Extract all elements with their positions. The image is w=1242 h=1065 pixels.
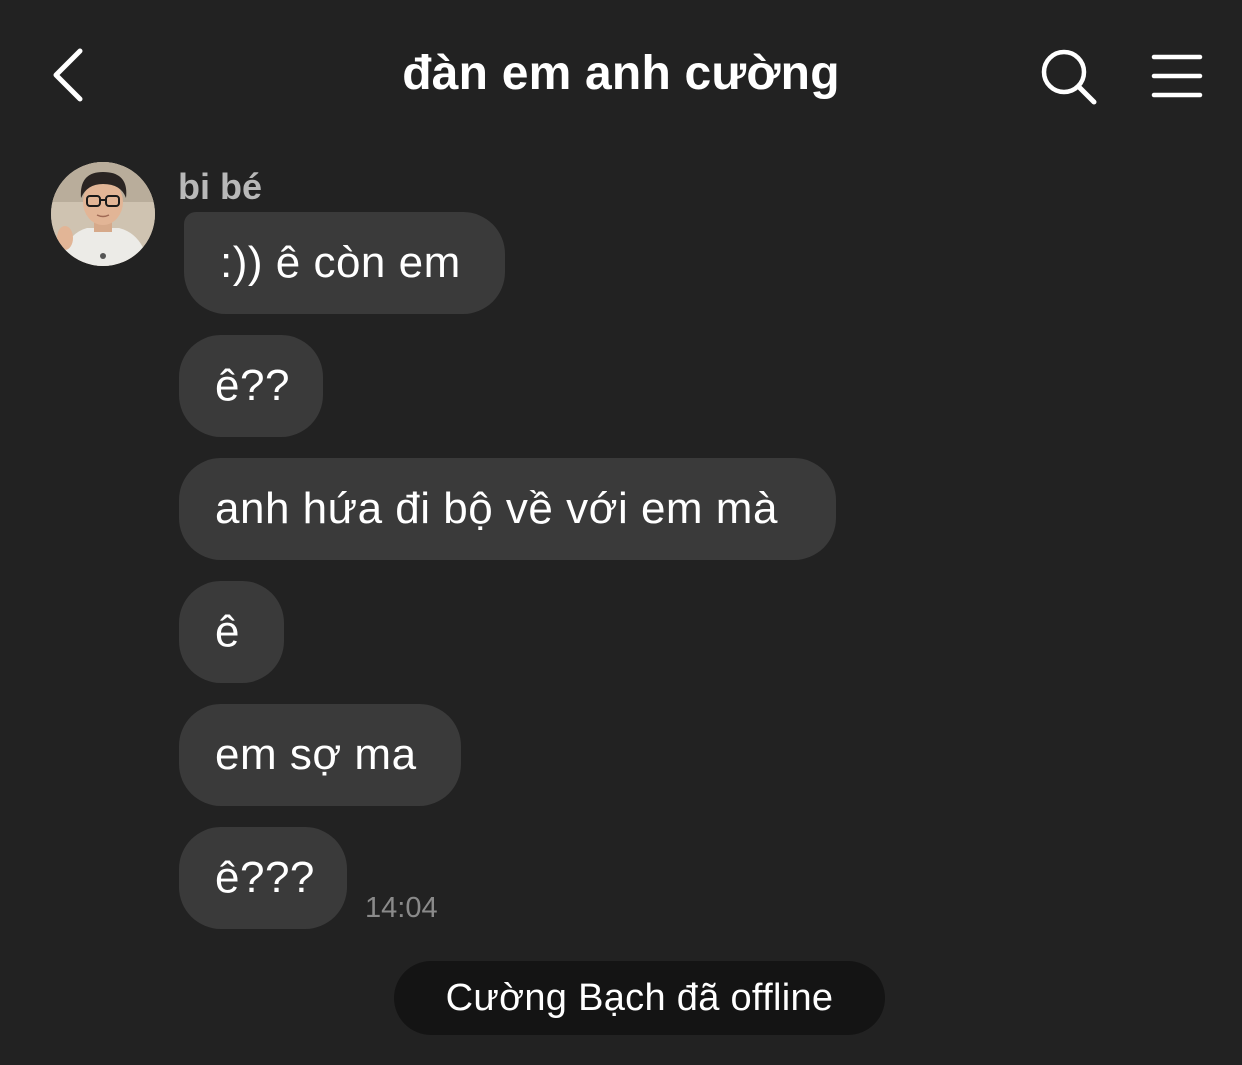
message-timestamp: 14:04 [365,892,438,924]
chat-header: đàn em anh cường [0,0,1242,150]
message-text: ê [215,607,240,656]
search-icon [1041,49,1097,105]
chat-screen: đàn em anh cường bi bé:)) ê còn em ê?? … [0,0,1242,1065]
message-bubble[interactable]: ê??? [179,827,347,929]
search-button[interactable] [1036,44,1102,110]
message-bubble[interactable]: :)) ê còn em [184,212,505,314]
menu-button[interactable] [1146,46,1208,106]
message-bubble[interactable]: ê [179,581,284,683]
message-text: ê?? [215,361,290,410]
offline-status-text: Cường Bạch đã offline [445,976,834,1019]
hamburger-menu-icon [1151,54,1203,98]
message-text: :)) ê còn em [220,238,461,287]
sender-avatar[interactable] [51,162,155,266]
message-bubble[interactable]: em sợ ma [179,704,461,806]
message-text: em sợ ma [215,730,417,779]
message-text: anh hứa đi bộ về với em mà [215,484,778,533]
avatar-image [51,162,155,266]
offline-status-pill: Cường Bạch đã offline [394,961,885,1035]
message-bubble[interactable]: ê?? [179,335,323,437]
sender-name: bi bé [178,166,263,207]
message-bubble[interactable]: anh hứa đi bộ về với em mà [179,458,836,560]
message-text: ê??? [215,853,315,902]
